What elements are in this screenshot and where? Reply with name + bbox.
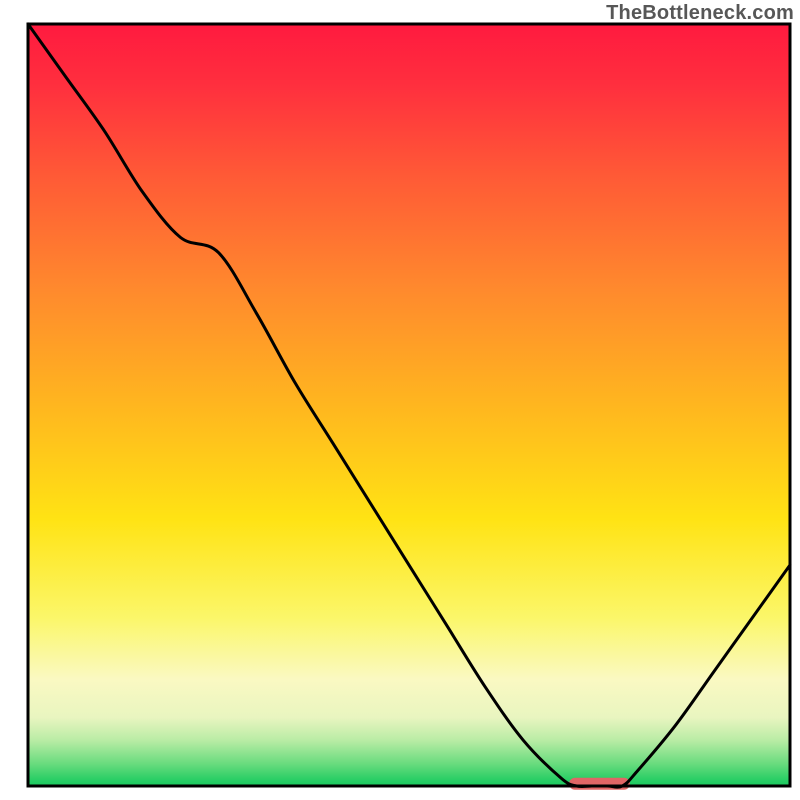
chart-background-gradient xyxy=(28,24,790,786)
chart-svg xyxy=(0,0,800,800)
bottleneck-curve-chart xyxy=(0,0,800,800)
watermark-text: TheBottleneck.com xyxy=(606,2,794,25)
